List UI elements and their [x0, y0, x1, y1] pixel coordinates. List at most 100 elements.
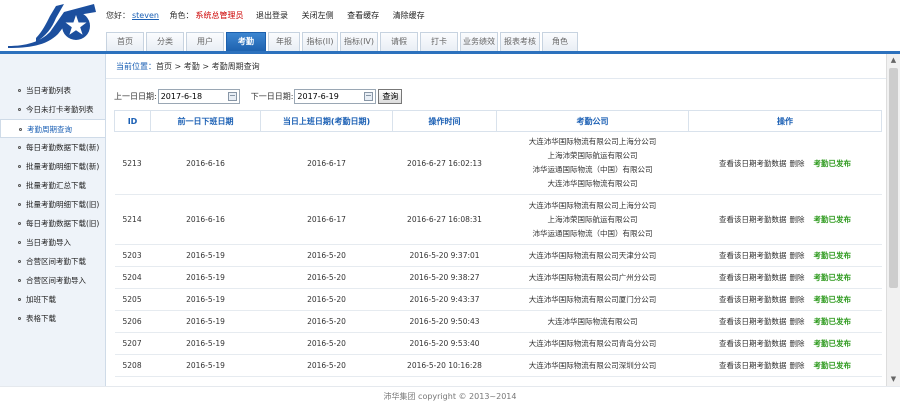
cell-op-time: 2016-5-20 9:38:27	[392, 266, 497, 289]
tab-category[interactable]: 分类	[146, 32, 184, 52]
calendar-icon[interactable]	[364, 91, 374, 101]
sidebar-item-not-clocked[interactable]: 今日未打卡考勤列表	[0, 100, 105, 119]
scroll-up-icon[interactable]: ▲	[887, 54, 900, 67]
role-label: 角色：	[169, 11, 194, 20]
sidebar-item-label: 每日考勤数据下载(新)	[26, 143, 100, 152]
cell-id: 5208	[114, 354, 151, 377]
calendar-icon[interactable]	[227, 91, 237, 101]
sidebar-item-batch-detail-new[interactable]: 批量考勤明细下载(新)	[0, 157, 105, 176]
bullet-icon	[18, 203, 21, 206]
view-data-link[interactable]: 查看该日期考勤数据	[719, 159, 787, 168]
delete-link[interactable]: 删除	[790, 215, 805, 224]
tab-annual-report[interactable]: 年报	[268, 32, 300, 52]
header-prev-date: 前一日下班日期	[150, 110, 261, 132]
tab-clock-in[interactable]: 打卡	[420, 32, 458, 52]
view-data-link[interactable]: 查看该日期考勤数据	[719, 273, 787, 282]
filter-bar: 上一日日期: 2017-6-18 下一日日期: 2017-6-19 查询	[114, 88, 403, 104]
view-data-link[interactable]: 查看该日期考勤数据	[719, 295, 787, 304]
role-value: 系统总管理员	[195, 11, 244, 20]
sidebar-item-label: 合营区间考勤导入	[26, 276, 86, 285]
vertical-scrollbar[interactable]: ▲ ▼	[886, 54, 900, 386]
cell-curr-date: 2016-5-20	[260, 266, 393, 289]
tab-indicator-ii[interactable]: 指标(II)	[302, 32, 338, 52]
delete-link[interactable]: 删除	[790, 159, 805, 168]
cell-companies: 大连沛华国际物流有限公司上海分公司 上海沛荣国际航运有限公司 沛华运通国际物流（中国…	[496, 194, 689, 245]
company-name: 大连沛华国际物流有限公司上海分公司	[528, 137, 657, 146]
bullet-icon	[18, 146, 21, 149]
cell-id: 5204	[114, 266, 151, 289]
scroll-down-icon[interactable]: ▼	[887, 373, 900, 386]
sidebar-item-batch-summary[interactable]: 批量考勤汇总下载	[0, 176, 105, 195]
cell-prev-date: 2016-6-16	[150, 194, 261, 245]
query-button[interactable]: 查询	[378, 88, 403, 104]
prev-date-input[interactable]: 2017-6-18	[157, 88, 240, 104]
tab-users[interactable]: 用户	[186, 32, 224, 52]
view-data-link[interactable]: 查看该日期考勤数据	[719, 251, 787, 260]
sidebar-item-daily-import[interactable]: 当日考勤导入	[0, 233, 105, 252]
delete-link[interactable]: 删除	[790, 295, 805, 304]
footer: 沛华集团 copyright © 2013~2014	[0, 386, 900, 406]
cell-id: 5203	[114, 244, 151, 267]
tab-report-assessment[interactable]: 报表考核	[500, 32, 540, 52]
cell-prev-date: 2016-5-19	[150, 244, 261, 267]
delete-link[interactable]: 删除	[790, 251, 805, 260]
cell-actions: 查看该日期考勤数据 删除 考勤已发布	[688, 266, 882, 289]
delete-link[interactable]: 删除	[790, 361, 805, 370]
cell-actions: 查看该日期考勤数据 删除 考勤已发布	[688, 194, 882, 245]
cell-companies: 大连沛华国际物流有限公司上海分公司 上海沛荣国际航运有限公司 沛华运通国际物流（中国…	[496, 131, 689, 195]
company-name: 上海沛荣国际航运有限公司	[547, 214, 638, 224]
tab-roles[interactable]: 角色	[542, 32, 578, 52]
cell-op-time: 2016-5-20 9:37:01	[392, 244, 497, 267]
view-data-link[interactable]: 查看该日期考勤数据	[719, 361, 787, 370]
sidebar-item-daily-download-new[interactable]: 每日考勤数据下载(新)	[0, 138, 105, 157]
tab-home[interactable]: 首页	[106, 32, 144, 52]
cell-actions: 查看该日期考勤数据 删除 考勤已发布	[688, 354, 882, 377]
scrollbar-thumb[interactable]	[889, 68, 898, 288]
next-date-input[interactable]: 2017-6-19	[294, 88, 377, 104]
breadcrumb-path: 首页 > 考勤 > 考勤周期查询	[156, 62, 260, 71]
view-data-link[interactable]: 查看该日期考勤数据	[719, 215, 787, 224]
logo-star-icon[interactable]	[6, 2, 98, 48]
sidebar-item-overtime-download[interactable]: 加班下载	[0, 290, 105, 309]
sidebar-item-period-query[interactable]: 考勤周期查询	[0, 119, 105, 138]
main-nav-tabs: 首页 分类 用户 考勤 年报 指标(II) 指标(IV) 请假 打卡 业务绩效 …	[106, 32, 580, 52]
sidebar-item-batch-detail-old[interactable]: 批量考勤明细下载(旧)	[0, 195, 105, 214]
tab-leave[interactable]: 请假	[380, 32, 418, 52]
attendance-table: ID 前一日下班日期 当日上班日期(考勤日期) 操作时间 考勤公司 操作 521…	[114, 110, 882, 377]
tab-performance[interactable]: 业务绩效	[460, 32, 498, 52]
sidebar-item-jv-import[interactable]: 合营区间考勤导入	[0, 271, 105, 290]
cell-companies: 大连沛华国际物流有限公司广州分公司	[496, 266, 689, 289]
cell-actions: 查看该日期考勤数据 删除 考勤已发布	[688, 310, 882, 333]
delete-link[interactable]: 删除	[790, 339, 805, 348]
breadcrumb-label: 当前位置：	[116, 62, 156, 71]
cell-op-time: 2016-5-20 9:50:43	[392, 310, 497, 333]
sidebar-item-jv-download[interactable]: 合营区间考勤下载	[0, 252, 105, 271]
delete-link[interactable]: 删除	[790, 273, 805, 282]
view-data-link[interactable]: 查看该日期考勤数据	[719, 339, 787, 348]
footer-copyright: 沛华集团 copyright © 2013~2014	[383, 392, 517, 401]
tab-attendance[interactable]: 考勤	[226, 32, 266, 52]
company-name: 大连沛华国际物流有限公司	[547, 179, 638, 188]
sidebar-item-today-list[interactable]: 当日考勤列表	[0, 81, 105, 100]
sidebar-item-daily-download-old[interactable]: 每日考勤数据下载(旧)	[0, 214, 105, 233]
clear-cache-link[interactable]: 清除缓存	[393, 11, 425, 20]
cell-curr-date: 2016-6-17	[260, 131, 393, 195]
cell-actions: 查看该日期考勤数据 删除 考勤已发布	[688, 244, 882, 267]
delete-link[interactable]: 删除	[790, 317, 805, 326]
cell-prev-date: 2016-5-19	[150, 354, 261, 377]
tab-indicator-iv[interactable]: 指标(IV)	[340, 32, 378, 52]
cell-prev-date: 2016-5-19	[150, 266, 261, 289]
sidebar-item-sheet-download[interactable]: 表格下载	[0, 309, 105, 328]
company-name: 大连沛华国际物流有限公司天津分公司	[528, 250, 657, 260]
close-left-link[interactable]: 关闭左侧	[302, 11, 334, 20]
sidebar-item-label: 当日考勤列表	[26, 86, 71, 95]
table-row: 5205 2016-5-19 2016-5-20 2016-5-20 9:43:37 大…	[114, 288, 882, 311]
cell-op-time: 2016-6-27 16:08:31	[392, 194, 497, 245]
username-link[interactable]: steven	[132, 11, 159, 20]
view-data-link[interactable]: 查看该日期考勤数据	[719, 317, 787, 326]
breadcrumb: 当前位置：首页 > 考勤 > 考勤周期查询	[116, 61, 260, 72]
table-row: 5204 2016-5-19 2016-5-20 2016-5-20 9:38:27 大…	[114, 266, 882, 289]
logout-link[interactable]: 退出登录	[256, 11, 288, 20]
view-cache-link[interactable]: 查看缓存	[347, 11, 379, 20]
bullet-icon	[18, 279, 21, 282]
